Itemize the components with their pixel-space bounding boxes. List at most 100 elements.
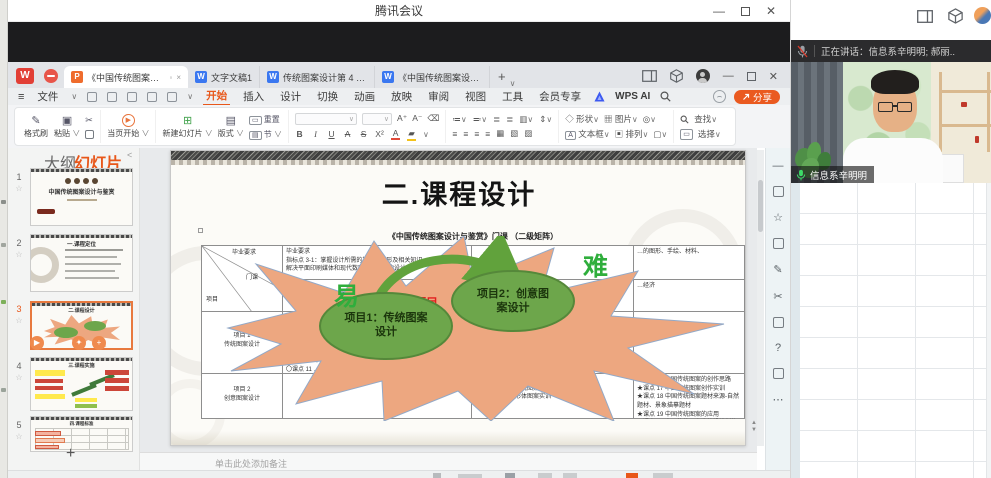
cloud-sync-icon[interactable] (713, 90, 726, 103)
edit-pen-icon[interactable]: ✎ (773, 263, 782, 276)
new-slide-button[interactable]: ⊞ 新建幻灯片 ∨ (162, 115, 212, 139)
slide-canvas[interactable]: 二.课程设计 《中国传统图案设计与鉴赏》门课 （二级矩阵） 毕业要求 门课 项目… (170, 150, 746, 446)
mic-muted-icon[interactable] (797, 45, 808, 58)
indent-icon[interactable]: ≣ (506, 114, 513, 125)
star-icon[interactable]: ☆ (12, 373, 26, 382)
collapse-ribbon-icon[interactable]: — (773, 160, 784, 172)
thumb-play-button[interactable]: ▶ (30, 336, 44, 350)
menu-tools[interactable]: 工具 (499, 89, 526, 105)
ticket-icon[interactable] (773, 368, 784, 379)
wps-close-button[interactable]: ✕ (769, 70, 778, 83)
section-button[interactable]: ▤ 节 ∨ (249, 129, 282, 140)
font-size-select[interactable] (362, 113, 392, 125)
project-ovals-layer[interactable] (226, 236, 726, 421)
picture-button[interactable]: ▦ 图片∨ (604, 113, 638, 125)
line-spacing-icon[interactable]: ⇕∨ (539, 114, 552, 125)
outdent-icon[interactable]: ≣ (493, 114, 500, 125)
thumb-beautify-button[interactable]: ✦ (72, 336, 86, 350)
more-icon[interactable]: ⋯ (773, 393, 784, 406)
align-right-icon[interactable]: ≡ (474, 129, 479, 139)
select-button[interactable]: 选择∨ (698, 128, 721, 140)
save-icon[interactable] (87, 92, 97, 102)
distribute-icon[interactable]: ▦ (496, 128, 504, 139)
decrease-font-icon[interactable]: A⁻ (412, 113, 422, 124)
layout-switch-icon[interactable] (917, 10, 933, 23)
statusbar-glyph[interactable] (538, 473, 552, 478)
print-icon[interactable] (107, 92, 117, 102)
highlight-button[interactable]: ▰ (407, 128, 416, 141)
arrange-button[interactable]: ▣ 排列∨ (615, 128, 649, 140)
strikethrough-button[interactable]: S (359, 129, 368, 139)
star-icon[interactable]: ☆ (12, 184, 26, 193)
notes-placeholder[interactable]: 单击此处添加备注 (215, 457, 287, 470)
menu-transition[interactable]: 切换 (314, 89, 341, 105)
tab-close-icon[interactable]: × (176, 73, 181, 82)
strike-a-button[interactable]: A (343, 129, 352, 139)
textbox-button[interactable]: A 文本框∨ (565, 128, 609, 140)
star-icon[interactable]: ☆ (12, 316, 26, 325)
spreadsheet-grid[interactable] (800, 183, 986, 478)
maximize-button[interactable] (741, 7, 750, 16)
add-slide-button[interactable]: + (66, 445, 75, 463)
menu-review[interactable]: 审阅 (425, 89, 452, 105)
star-icon[interactable]: ☆ (12, 250, 26, 259)
wps-logo-icon[interactable]: W (16, 68, 34, 84)
paste-button[interactable]: ▣ 粘贴 ∨ (54, 115, 80, 139)
reset-button[interactable]: ▭ 重置 (249, 114, 282, 125)
menu-insert[interactable]: 插入 (240, 89, 267, 105)
number-list-icon[interactable]: ≕∨ (473, 114, 487, 125)
statusbar-glyph[interactable] (505, 473, 515, 478)
align-left-icon[interactable]: ≡ (452, 129, 457, 139)
star-icon[interactable]: ☆ (12, 432, 26, 441)
cut-icon[interactable]: ✂ (85, 115, 94, 126)
slide-thumbnail-5[interactable]: 四.课程标准 (30, 416, 133, 452)
slide-thumbnail-1[interactable]: 中国传统图案设计与鉴赏 (30, 168, 133, 226)
placeholder-button[interactable]: ▢∨ (653, 129, 667, 140)
menu-home[interactable]: 开始 (203, 88, 230, 106)
redo-icon[interactable] (167, 92, 177, 102)
menu-animation[interactable]: 动画 (351, 89, 378, 105)
wps-ai-label[interactable]: WPS AI (615, 91, 650, 102)
account-avatar[interactable] (696, 69, 710, 83)
statusbar-share-glyph[interactable] (626, 473, 638, 478)
shape-library-icon[interactable] (773, 238, 784, 249)
cut-tool-icon[interactable]: ✂ (773, 290, 782, 303)
thumb-add-button[interactable]: + (92, 336, 106, 350)
collapse-panel-button[interactable]: < (127, 150, 132, 160)
properties-icon[interactable] (773, 186, 784, 197)
find-button[interactable]: 查找∨ (694, 113, 717, 125)
tab-sync-icon[interactable]: ◦ (169, 73, 172, 82)
smartart-icon[interactable]: ▨ (524, 128, 532, 139)
meeting-avatar[interactable] (974, 7, 991, 24)
wps-minimize-button[interactable]: — (723, 70, 734, 82)
pdf-app-icon[interactable] (44, 69, 58, 83)
columns-icon[interactable]: ▥∨ (519, 114, 533, 125)
search-icon[interactable] (660, 91, 671, 102)
hamburger-icon[interactable]: ≡ (18, 91, 24, 103)
document-tab[interactable]: W 文字文稿1 (188, 66, 260, 88)
slide-scrollbar-thumb[interactable] (758, 180, 763, 232)
cube-icon[interactable] (670, 69, 683, 83)
participant-video-tile[interactable]: 信息系辛明明 (791, 62, 991, 183)
immersive-cube-icon[interactable] (948, 8, 963, 24)
close-button[interactable]: ✕ (766, 0, 776, 22)
align-center-icon[interactable]: ≡ (463, 129, 468, 139)
help-icon[interactable]: ? (775, 342, 781, 354)
copy-icon[interactable] (85, 130, 94, 139)
document-tab-active[interactable]: P 《中国传统图案设计与鉴赏》 ◦ × (64, 66, 188, 88)
print-preview-icon[interactable] (127, 92, 137, 102)
menu-slideshow[interactable]: 放映 (388, 89, 415, 105)
statusbar-glyph[interactable] (433, 473, 441, 478)
document-tab[interactable]: W 《中国传统图案设计与鉴赏》教学大纲 (375, 66, 490, 88)
file-caret-icon[interactable]: ∨ (71, 92, 77, 101)
bold-button[interactable]: B (295, 129, 304, 139)
statusbar-glyph[interactable] (563, 473, 577, 478)
slide-title[interactable]: 二.课程设计 (171, 173, 746, 212)
font-family-select[interactable] (295, 113, 357, 125)
menu-view[interactable]: 视图 (462, 89, 489, 105)
menu-file[interactable]: 文件 (34, 89, 61, 105)
format-painter-button[interactable]: ✎ 格式刷 (23, 115, 49, 139)
clear-format-icon[interactable]: ⌫ (427, 113, 439, 124)
minimize-button[interactable]: — (713, 0, 725, 22)
layout-button[interactable]: ▤ 版式 ∨ (218, 115, 244, 139)
